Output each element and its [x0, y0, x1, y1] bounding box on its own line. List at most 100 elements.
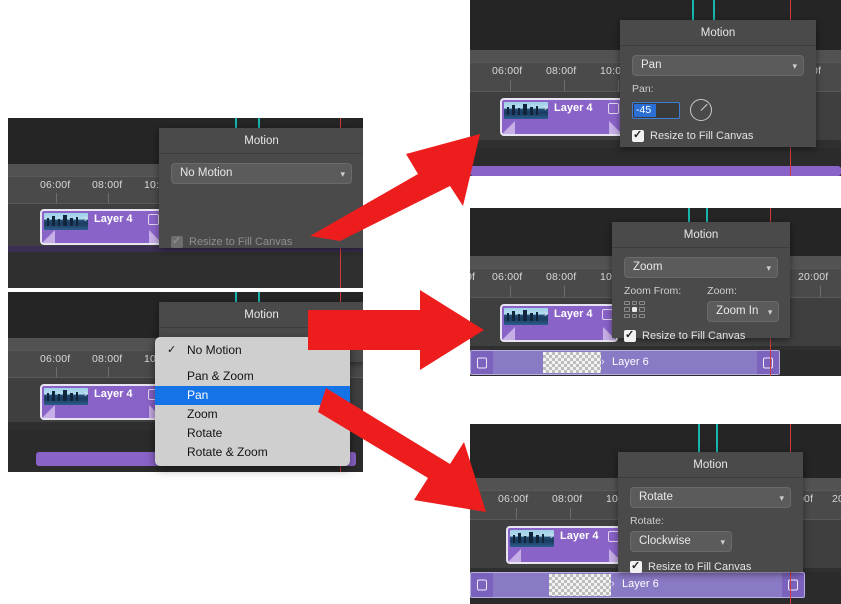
ruler-tick-5: 20:00f	[798, 271, 829, 283]
clip-layer-4[interactable]: › Layer 4	[40, 209, 164, 245]
zoom-direction-label: Zoom:	[707, 285, 737, 297]
anchor-cell-top-right[interactable]	[639, 301, 645, 306]
ruler-tick-1: 06:00f	[492, 65, 523, 77]
anchor-cell-top-center[interactable]	[631, 301, 638, 306]
pan-field-label: Pan:	[632, 83, 654, 95]
ruler-tick-mark	[510, 80, 511, 91]
clip-layer-4[interactable]: › Layer 4	[506, 526, 624, 564]
panel-rotate: 00f 06:00f 08:00f 10:0 00f 20 › Layer 4	[470, 424, 841, 604]
checkbox-resize-to-fill-canvas[interactable]	[171, 234, 183, 248]
clip-badge-icon	[608, 103, 619, 114]
resize-to-fill-canvas-row[interactable]: Resize to Fill Canvas	[632, 128, 804, 142]
zoom-from-anchor-grid[interactable]	[624, 301, 645, 318]
menu-item-label: No Motion	[187, 343, 242, 357]
ruler-tick-2: 08:00f	[546, 271, 577, 283]
clip-expand-chevron-icon[interactable]: ›	[84, 213, 88, 225]
chevron-down-icon: ▾	[792, 61, 797, 71]
anchor-cell-top-left[interactable]	[624, 301, 630, 306]
anchor-cell-middle-left[interactable]	[624, 307, 630, 312]
clip-layer-4[interactable]: › Layer 4	[500, 304, 618, 342]
checkbox-resize-to-fill-canvas[interactable]	[630, 559, 642, 573]
clip-thumbnail	[44, 213, 88, 230]
ruler-tick-mark	[56, 193, 57, 203]
ruler-tick-5: 20	[832, 493, 841, 505]
clip-expand-chevron-icon[interactable]: ›	[611, 578, 615, 590]
popover-title: Motion	[612, 222, 790, 248]
transparency-checker	[543, 352, 601, 373]
fade-in-handle[interactable]	[42, 405, 55, 418]
rotary-dial-icon[interactable]	[690, 99, 712, 121]
fade-in-handle[interactable]	[502, 121, 515, 134]
ruler-tick-mark	[516, 508, 517, 519]
clip-expand-chevron-icon[interactable]: ›	[601, 356, 605, 368]
clip-expand-chevron-icon[interactable]: ›	[544, 308, 548, 320]
anchor-cell-center[interactable]	[631, 307, 638, 312]
clip-expand-chevron-icon[interactable]: ›	[550, 530, 554, 542]
resize-to-fill-canvas-row[interactable]: Resize to Fill Canvas	[630, 559, 791, 573]
clip-label: Layer 4	[554, 308, 593, 320]
checkmark-icon: ✓	[167, 344, 177, 356]
screenshot-root: f 06:00f 08:00f 10:0 › Layer 4	[0, 0, 841, 604]
chevron-down-icon: ▾	[766, 263, 771, 273]
fade-in-handle[interactable]	[508, 549, 521, 562]
handle-square-icon	[763, 357, 773, 368]
clip-thumbnail	[504, 308, 548, 325]
pan-value-input[interactable]: -45	[632, 101, 680, 119]
chevron-down-icon: ▾	[720, 537, 725, 547]
clip-layer-6[interactable]: › Layer 6	[470, 350, 780, 375]
ruler-tick-mark	[108, 193, 109, 203]
ruler-tick-mark	[564, 80, 565, 91]
anchor-cell-bottom-center[interactable]	[631, 313, 638, 318]
ruler-tick-2: 08:00f	[92, 353, 123, 365]
menu-item-label: Rotate & Zoom	[187, 445, 268, 459]
handle-square-icon	[477, 579, 487, 591]
checkbox-resize-to-fill-canvas[interactable]	[632, 128, 644, 142]
zoom-from-label: Zoom From:	[624, 285, 682, 297]
clip-layer-4[interactable]: › Layer 4	[500, 98, 624, 136]
checkbox-resize-to-fill-canvas[interactable]	[624, 328, 636, 342]
anchor-cell-bottom-left[interactable]	[624, 313, 630, 318]
clip-expand-chevron-icon[interactable]: ›	[544, 102, 548, 114]
motion-type-value: Zoom	[633, 261, 663, 273]
chevron-down-icon: ▾	[767, 307, 773, 317]
checkbox-label: Resize to Fill Canvas	[650, 130, 754, 142]
ruler-tick-mark	[618, 80, 619, 91]
chevron-down-icon: ▾	[779, 493, 784, 503]
clip-badge-icon	[148, 214, 159, 225]
zoom-direction-select[interactable]: Zoom In ▾	[707, 301, 780, 322]
motion-type-select[interactable]: Rotate ▾	[630, 487, 791, 508]
ruler-tick-mark	[570, 508, 571, 519]
motion-type-value: Rotate	[639, 491, 673, 503]
arrow-to-zoom-panel	[308, 290, 484, 370]
zoom-direction-value: Zoom In	[716, 305, 759, 317]
anchor-cell-bottom-right[interactable]	[639, 313, 645, 318]
rotate-direction-select[interactable]: Clockwise ▾	[630, 531, 732, 552]
ruler-tick-1: 06:00f	[40, 179, 71, 191]
fade-in-handle[interactable]	[42, 230, 55, 243]
clip-expand-chevron-icon[interactable]: ›	[84, 388, 88, 400]
clip-layer-6-strip[interactable]	[470, 166, 841, 176]
arrow-to-pan-panel	[310, 134, 480, 241]
anchor-cell-middle-right[interactable]	[639, 307, 645, 312]
clip-label: Layer 4	[560, 530, 599, 542]
checkbox-label: Resize to Fill Canvas	[642, 330, 746, 342]
motion-type-value: Pan	[641, 59, 662, 71]
resize-to-fill-canvas-row[interactable]: Resize to Fill Canvas	[624, 328, 778, 342]
motion-type-select[interactable]: Zoom ▾	[624, 257, 778, 278]
menu-item-label: Pan	[187, 388, 209, 402]
transparency-checker	[549, 574, 611, 596]
ruler-tick-3: 10:0	[600, 65, 622, 77]
rotate-direction-value: Clockwise	[639, 535, 691, 547]
motion-type-select[interactable]: Pan ▾	[632, 55, 804, 76]
clip-thumbnail	[504, 102, 548, 119]
clip-right-handle[interactable]	[757, 351, 779, 374]
fade-in-handle[interactable]	[502, 327, 515, 340]
ruler-tick-mark	[56, 367, 57, 377]
clip-label: Layer 4	[94, 388, 133, 400]
clip-left-handle[interactable]	[471, 573, 493, 597]
clip-layer-4[interactable]: › Layer 4	[40, 384, 164, 420]
arrow-to-rotate-panel	[318, 388, 486, 512]
ruler-tick-2: 08:00f	[92, 179, 123, 191]
checkbox-label: Resize to Fill Canvas	[648, 561, 752, 573]
ruler-tick-mark	[510, 286, 511, 297]
